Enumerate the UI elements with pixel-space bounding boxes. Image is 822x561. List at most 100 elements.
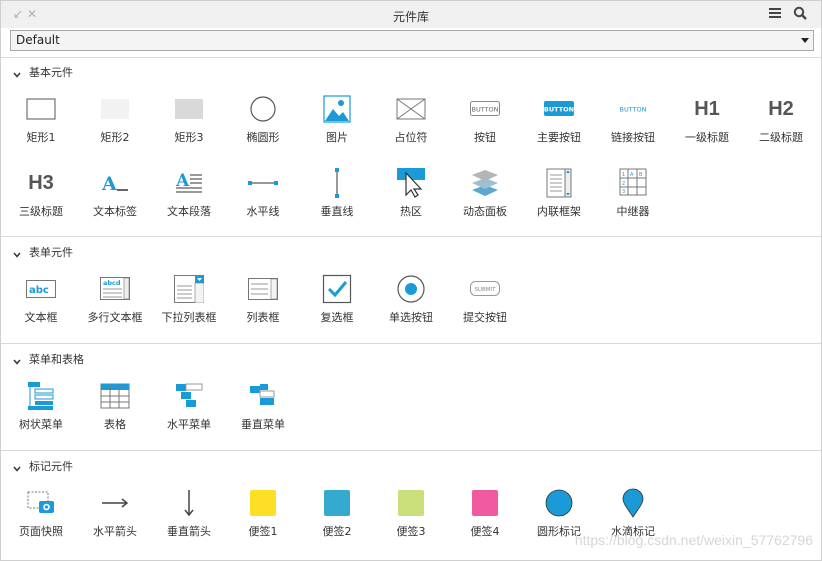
widget-heading2[interactable]: H2 二级标题 [744, 94, 818, 156]
widget-label: 多行文本框 [87, 311, 143, 324]
chevron-down-icon [801, 38, 809, 43]
menu-icon[interactable] [768, 6, 786, 22]
submit-button-icon: SUBMIT [467, 274, 503, 304]
widget-label: 便签1 [248, 525, 278, 538]
chevron-down-icon [13, 356, 21, 365]
widget-hotspot[interactable]: 热区 [374, 168, 448, 230]
library-select[interactable]: Default [10, 30, 814, 51]
widget-label: 文本框 [24, 311, 58, 324]
widget-list-box[interactable]: 列表框 [226, 274, 300, 336]
widget-vertical-line[interactable]: 垂直线 [300, 168, 374, 230]
svg-text:abcd: abcd [103, 279, 121, 287]
watermark: https://blog.csdn.net/weixin_57762796 [574, 532, 813, 548]
widget-primary-button[interactable]: BUTTON 主要按钮 [522, 94, 596, 156]
text-area-icon: abcd [97, 274, 133, 304]
text-field-icon: abc [23, 274, 59, 304]
dynamic-panel-icon [467, 168, 503, 198]
panel-title: 元件库 [392, 10, 429, 24]
widget-sticky2[interactable]: 便签2 [300, 488, 374, 550]
widget-horizontal-arrow[interactable]: 水平箭头 [78, 488, 152, 550]
widget-image[interactable]: 图片 [300, 94, 374, 156]
widget-label: 按钮 [474, 131, 496, 144]
inline-frame-icon [541, 168, 577, 198]
heading2-icon: H2 [768, 97, 794, 120]
widget-rectangle2[interactable]: 矩形2 [78, 94, 152, 156]
widget-label: 单选按钮 [389, 311, 433, 324]
widget-label: 水平箭头 [93, 525, 137, 538]
widget-label: 垂直菜单 [241, 418, 285, 431]
widget-ellipse[interactable]: 椭圆形 [226, 94, 300, 156]
widget-vertical-arrow[interactable]: 垂直箭头 [152, 488, 226, 550]
widget-label: 中继器 [616, 205, 650, 218]
widget-vertical-menu[interactable]: 垂直菜单 [226, 381, 300, 443]
widget-horizontal-line[interactable]: 水平线 [226, 168, 300, 230]
widget-text-paragraph[interactable]: A 文本段落 [152, 168, 226, 230]
widget-rectangle3[interactable]: 矩形3 [152, 94, 226, 156]
section-header-basic[interactable]: 基本元件 [13, 64, 73, 80]
widget-sticky4[interactable]: 便签4 [448, 488, 522, 550]
widget-inline-frame[interactable]: 内联框架 [522, 168, 596, 230]
section-header-menu-table[interactable]: 菜单和表格 [13, 351, 84, 367]
ellipse-icon [245, 94, 281, 124]
widget-text-label[interactable]: A 文本标签 [78, 168, 152, 230]
widget-label: 下拉列表框 [161, 311, 217, 324]
widget-checkbox[interactable]: 复选框 [300, 274, 374, 336]
widget-horizontal-menu[interactable]: 水平菜单 [152, 381, 226, 443]
svg-text:abc: abc [29, 285, 49, 296]
heading3-icon: H3 [28, 171, 54, 194]
widget-label: 页面快照 [19, 525, 63, 538]
rectangle-filled-gray-icon [171, 94, 207, 124]
link-button-icon: BUTTON [615, 94, 651, 124]
widget-repeater[interactable]: 1 A B 2 3 中继器 [596, 168, 670, 230]
section-title: 菜单和表格 [29, 353, 84, 366]
search-icon[interactable] [793, 6, 811, 22]
svg-text:1: 1 [622, 172, 625, 178]
widget-sticky3[interactable]: 便签3 [374, 488, 448, 550]
widget-button[interactable]: BUTTON 按钮 [448, 94, 522, 156]
widget-radio-button[interactable]: 单选按钮 [374, 274, 448, 336]
widget-label: 树状菜单 [19, 418, 63, 431]
widget-label: 图片 [326, 131, 348, 144]
widget-sticky1[interactable]: 便签1 [226, 488, 300, 550]
widget-label: 文本标签 [93, 205, 137, 218]
repeater-icon: 1AB 2 3 [615, 168, 651, 198]
vertical-menu-icon [245, 381, 281, 411]
widget-label: 水平线 [246, 205, 280, 218]
section-header-form[interactable]: 表单元件 [13, 244, 73, 260]
widget-link-button[interactable]: BUTTON 链接按钮 [596, 94, 670, 156]
widget-table[interactable]: 表格 [78, 381, 152, 443]
divider [1, 343, 821, 344]
widget-droplist[interactable]: 下拉列表框 [152, 274, 226, 336]
snapshot-icon [23, 488, 59, 518]
widget-heading3[interactable]: H3 三级标题 [4, 168, 78, 230]
widget-heading1[interactable]: H1 一级标题 [670, 94, 744, 156]
widget-text-area[interactable]: abcd 多行文本框 [78, 274, 152, 336]
horizontal-menu-icon [171, 381, 207, 411]
widget-text-field[interactable]: abc 文本框 [4, 274, 78, 336]
table-icon [97, 381, 133, 411]
widget-label: 椭圆形 [246, 131, 280, 144]
widget-tree-menu[interactable]: 树状菜单 [4, 381, 78, 443]
horizontal-arrow-icon [97, 488, 133, 518]
widget-snapshot[interactable]: 页面快照 [4, 488, 78, 550]
svg-text:BUTTON: BUTTON [544, 106, 574, 114]
svg-text:2: 2 [622, 181, 625, 187]
text-paragraph-icon: A [171, 168, 207, 198]
primary-button-icon: BUTTON [541, 94, 577, 124]
tree-menu-icon [23, 381, 59, 411]
chevron-down-icon [13, 249, 21, 258]
image-icon [319, 94, 355, 124]
widget-label: 链接按钮 [611, 131, 655, 144]
divider [1, 57, 821, 58]
drop-marker-icon [615, 488, 651, 518]
titlebar-right-controls [764, 6, 812, 22]
widget-placeholder[interactable]: 占位符 [374, 94, 448, 156]
widget-label: 便签4 [470, 525, 500, 538]
widget-dynamic-panel[interactable]: 动态面板 [448, 168, 522, 230]
widget-submit-button[interactable]: SUBMIT 提交按钮 [448, 274, 522, 336]
text-label-icon: A [97, 168, 133, 198]
widget-rectangle1[interactable]: 矩形1 [4, 94, 78, 156]
section-header-markup[interactable]: 标记元件 [13, 458, 73, 474]
widget-label: 便签2 [322, 525, 352, 538]
widget-label: 热区 [400, 205, 422, 218]
